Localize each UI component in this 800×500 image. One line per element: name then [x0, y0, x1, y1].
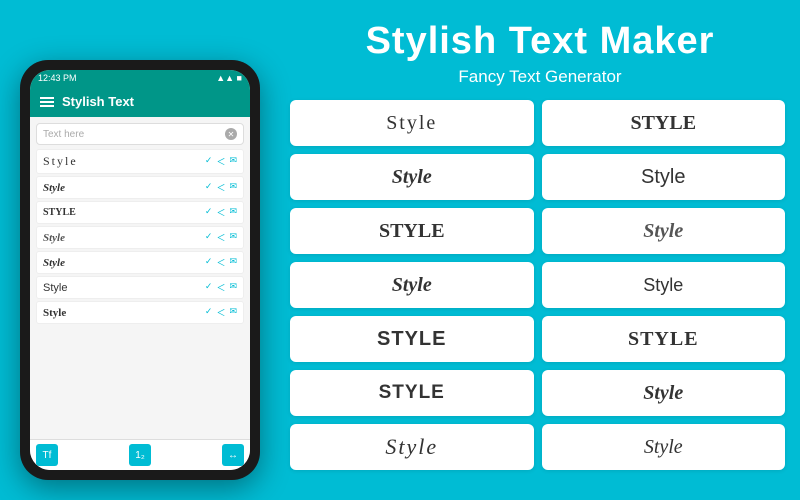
search-placeholder: Text here — [43, 129, 84, 140]
list-item[interactable]: Style ✓＜✉ — [36, 149, 244, 174]
item-actions: ✓＜✉ — [205, 206, 237, 219]
search-bar[interactable]: Text here ✕ — [36, 123, 244, 145]
card-text: Style — [392, 166, 432, 189]
card-text: Style — [644, 436, 683, 459]
header-area: Stylish Text Maker Fancy Text Generator — [290, 20, 790, 87]
card-text: STYLE — [630, 112, 696, 135]
card-text: Style — [385, 434, 438, 460]
phone-screen: 12:43 PM ▲▲ ■ Stylish Text Text here ✕ S… — [30, 70, 250, 470]
arrow-icon[interactable]: ↔ — [222, 444, 244, 466]
list-item[interactable]: STYLE ✓＜✉ — [36, 201, 244, 224]
style-card-bold[interactable]: STYLE — [542, 100, 786, 146]
text-format-icon[interactable]: Tf — [36, 444, 58, 466]
phone-status-bar: 12:43 PM ▲▲ ■ — [30, 70, 250, 86]
card-text: Style — [392, 274, 432, 297]
card-text: Style — [641, 166, 685, 189]
status-icons: ▲▲ ■ — [216, 73, 242, 83]
card-text: STYLE — [377, 328, 446, 351]
style-card-script[interactable]: Style — [542, 208, 786, 254]
number-icon[interactable]: 1₂ — [129, 444, 151, 466]
phone-container: 12:43 PM ▲▲ ■ Stylish Text Text here ✕ S… — [20, 60, 260, 480]
style-card-cursive[interactable]: Style — [542, 370, 786, 416]
card-text: Style — [643, 275, 683, 296]
item-text: Style — [43, 232, 65, 244]
clear-icon[interactable]: ✕ — [225, 128, 237, 140]
item-text: Style — [43, 154, 78, 169]
hamburger-icon[interactable] — [40, 97, 54, 107]
item-actions: ✓＜✉ — [205, 256, 237, 269]
toolbar-title: Stylish Text — [62, 94, 134, 109]
style-card-normal[interactable]: Style — [542, 154, 786, 200]
style-card-blackletter[interactable]: STYLE — [542, 316, 786, 362]
phone-bottom-bar: Tf 1₂ ↔ — [30, 439, 250, 470]
item-text: Style — [43, 282, 67, 294]
item-text: Style — [43, 182, 65, 194]
card-text: Style — [643, 382, 683, 405]
style-card-gothic[interactable]: STYLE — [290, 316, 534, 362]
style-grid: Style STYLE Style Style STYLE Style Styl… — [290, 100, 785, 470]
card-text: STYLE — [628, 328, 699, 351]
card-text: STYLE — [379, 382, 445, 404]
item-text: STYLE — [43, 207, 76, 218]
list-item[interactable]: Style ✓＜✉ — [36, 301, 244, 324]
style-card-caps-bold[interactable]: STYLE — [290, 370, 534, 416]
main-title: Stylish Text Maker — [290, 20, 790, 63]
card-text: Style — [643, 220, 683, 243]
list-item[interactable]: Style ✓＜✉ — [36, 176, 244, 199]
item-actions: ✓＜✉ — [205, 281, 237, 294]
style-card-sansserif[interactable]: Style — [542, 262, 786, 308]
style-card-smallcaps[interactable]: STYLE — [290, 208, 534, 254]
style-card-italic[interactable]: Style — [290, 154, 534, 200]
list-item[interactable]: Style ✓＜✉ — [36, 226, 244, 249]
list-item[interactable]: Style ✓＜✉ — [36, 251, 244, 274]
phone-frame: 12:43 PM ▲▲ ■ Stylish Text Text here ✕ S… — [20, 60, 260, 480]
status-time: 12:43 PM — [38, 73, 77, 83]
style-list: Style ✓＜✉ Style ✓＜✉ STYLE ✓＜✉ Style ✓＜✉ … — [30, 149, 250, 439]
item-actions: ✓＜✉ — [205, 231, 237, 244]
item-text: Style — [43, 307, 66, 319]
item-actions: ✓＜✉ — [205, 306, 237, 319]
card-text: STYLE — [379, 220, 445, 243]
item-actions: ✓＜✉ — [205, 181, 237, 194]
list-item[interactable]: Style ✓＜✉ — [36, 276, 244, 299]
card-text: Style — [386, 112, 437, 135]
style-card-elegant[interactable]: Style — [290, 424, 534, 470]
style-card-thin[interactable]: Style — [290, 100, 534, 146]
sub-title: Fancy Text Generator — [290, 67, 790, 87]
style-card-seriflight[interactable]: Style — [542, 424, 786, 470]
item-actions: ✓＜✉ — [205, 155, 237, 168]
style-card-handwriting[interactable]: Style — [290, 262, 534, 308]
item-text: Style — [43, 257, 65, 269]
phone-toolbar: Stylish Text — [30, 86, 250, 117]
